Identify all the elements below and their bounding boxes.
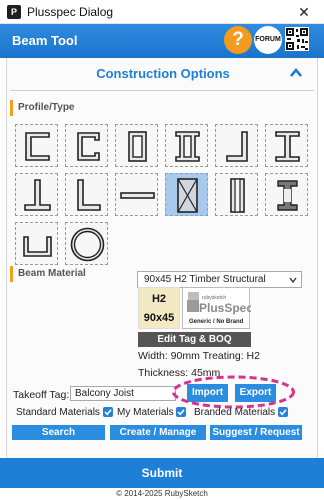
profile-i-section[interactable] <box>265 173 308 216</box>
header-title: Beam Tool <box>12 33 78 48</box>
size-badge: H2 90x45 <box>138 287 180 329</box>
c-channel-icon <box>25 132 50 161</box>
takeoff-tag-label: Takeoff Tag: <box>13 389 70 401</box>
round-tube-icon <box>70 227 105 262</box>
branded-materials-option[interactable]: Branded Materials <box>194 407 288 418</box>
chevron-up-icon[interactable] <box>289 66 303 80</box>
material-select-value: 90x45 H2 Timber Structural <box>144 274 266 285</box>
profile-l-angle[interactable] <box>65 173 108 216</box>
window-titlebar: P Plusspec Dialog ✕ <box>0 0 324 24</box>
profile-rect-hollow[interactable] <box>115 124 158 167</box>
qr-code-icon[interactable] <box>285 27 309 51</box>
l-angle-icon <box>77 179 101 211</box>
column-icon <box>230 178 245 213</box>
profile-round-tube[interactable] <box>65 222 108 265</box>
my-materials-checkbox[interactable] <box>176 407 187 418</box>
standard-materials-option[interactable]: Standard Materials <box>16 407 113 418</box>
brand-sub: Generic / No Brand <box>189 319 244 325</box>
section-title: Construction Options <box>96 66 230 81</box>
my-materials-label: My Materials <box>117 407 174 418</box>
standard-materials-label: Standard Materials <box>16 407 100 418</box>
close-window-button[interactable]: ✕ <box>284 0 324 24</box>
section-divider <box>10 90 314 91</box>
highlight-annotation <box>172 375 295 409</box>
badge-size: 90x45 <box>143 312 175 324</box>
plusspec-logo: rubysketch PlusSpec Generic / No Brand <box>182 287 253 329</box>
takeoff-tag-input[interactable]: Balcony Joist <box>70 386 176 401</box>
badge-grade: H2 <box>151 293 167 305</box>
tool-header: Beam Tool ? FORUM <box>0 24 324 58</box>
profile-column[interactable] <box>215 173 258 216</box>
forum-button[interactable]: FORUM <box>254 26 282 54</box>
i-section-icon <box>277 180 298 211</box>
u-channel-icon <box>23 236 52 257</box>
profile-tee[interactable] <box>15 173 58 216</box>
angle-icon <box>226 131 248 162</box>
i-beam-icon <box>275 131 300 162</box>
flat-bar-icon <box>120 192 155 199</box>
edit-tag-boq-button[interactable]: Edit Tag & BOQ Category <box>138 332 251 360</box>
profile-c-channel-lipped[interactable] <box>65 124 108 167</box>
profile-i-beam[interactable] <box>265 124 308 167</box>
checkmark-icon <box>279 409 287 416</box>
profile-timber[interactable] <box>165 173 208 216</box>
standard-materials-checkbox[interactable] <box>102 407 113 418</box>
timber-icon <box>177 178 198 213</box>
app-icon: P <box>7 5 21 19</box>
chevron-down-icon <box>289 277 297 284</box>
submit-button[interactable]: Submit <box>0 458 324 488</box>
c-channel-lipped-icon <box>77 132 100 161</box>
branded-materials-checkbox[interactable] <box>277 407 288 418</box>
suggest-request-button[interactable]: Suggest / Request <box>210 425 302 440</box>
profile-box-section[interactable] <box>165 124 208 167</box>
profile-c-channel[interactable] <box>15 124 58 167</box>
search-button[interactable]: Search <box>12 425 105 440</box>
profile-angle[interactable] <box>215 124 258 167</box>
box-section-icon <box>175 131 200 162</box>
checkmark-icon <box>177 409 186 416</box>
my-materials-option[interactable]: My Materials <box>117 407 187 418</box>
tee-icon <box>24 179 51 211</box>
profile-flat-bar[interactable] <box>115 173 158 216</box>
window-title: Plusspec Dialog <box>27 5 114 19</box>
help-button[interactable]: ? <box>224 26 252 54</box>
checkmark-icon <box>104 409 112 416</box>
rect-hollow-icon <box>128 131 147 162</box>
profile-type-label: Profile/Type <box>10 100 75 116</box>
width-treating-text: Width: 90mm Treating: H2 <box>138 350 260 362</box>
construction-options-panel: Construction Options Profile/Type Beam M… <box>6 58 318 458</box>
beam-material-label: Beam Material <box>10 266 86 282</box>
footer-copyright: © 2014-2025 RubySketch <box>116 489 208 498</box>
create-manage-button[interactable]: Create / Manage <box>110 425 206 440</box>
profile-u-channel[interactable] <box>15 222 58 265</box>
brand-main: PlusSpec <box>199 301 251 315</box>
branded-materials-label: Branded Materials <box>194 407 276 418</box>
material-select[interactable]: 90x45 H2 Timber Structural <box>137 271 302 288</box>
